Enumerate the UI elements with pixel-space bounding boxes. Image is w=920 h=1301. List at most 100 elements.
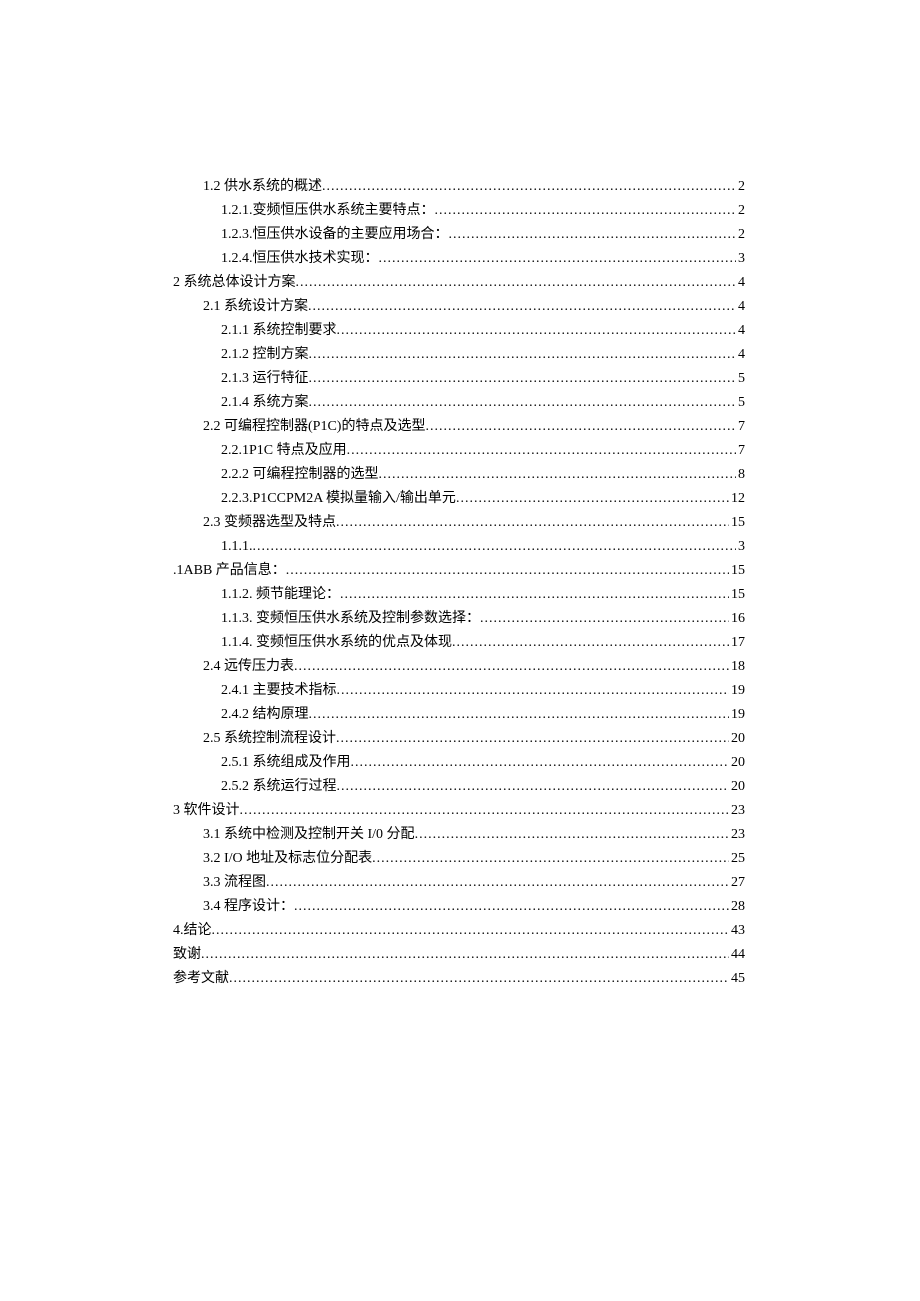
toc-leader-dots xyxy=(286,559,729,583)
toc-entry: 2.2.1P1C 特点及应用 7 xyxy=(173,439,745,463)
toc-label: 1.2.3.恒压供水设备的主要应用场合： xyxy=(221,223,449,247)
toc-entry: 2.2.2 可编程控制器的选型8 xyxy=(173,463,745,487)
toc-entry: 1.1.2. 频节能理论： 15 xyxy=(173,583,745,607)
toc-entry: 2.1 系统设计方案 4 xyxy=(173,295,745,319)
toc-leader-dots xyxy=(480,607,729,631)
toc-entry: 1.2 供水系统的概述 2 xyxy=(173,175,745,199)
toc-label: 1.1.4. 变频恒压供水系统的优点及体现 xyxy=(221,631,452,655)
toc-leader-dots xyxy=(309,343,737,367)
toc-leader-dots xyxy=(347,439,736,463)
toc-leader-dots xyxy=(337,775,730,799)
toc-leader-dots xyxy=(336,511,729,535)
toc-page-number: 2 xyxy=(736,223,745,247)
toc-entry: 3.2 I/O 地址及标志位分配表25 xyxy=(173,847,745,871)
toc-label: 2.4.1 主要技术指标 xyxy=(221,679,337,703)
toc-page-number: 5 xyxy=(736,391,745,415)
toc-leader-dots xyxy=(294,895,729,919)
toc-label: 4.结论 xyxy=(173,919,212,943)
toc-page-number: 2 xyxy=(736,199,745,223)
toc-entry: 致谢 44 xyxy=(173,943,745,967)
toc-entry: 2.4 远传压力表 18 xyxy=(173,655,745,679)
toc-leader-dots xyxy=(379,247,737,271)
toc-label: 3.3 流程图 xyxy=(203,871,266,895)
toc-label: 3.1 系统中检测及控制开关 I/0 分配 xyxy=(203,823,415,847)
toc-page-number: 16 xyxy=(729,607,745,631)
toc-label: 1.1.3. 变频恒压供水系统及控制参数选择： xyxy=(221,607,480,631)
toc-entry: 3.1 系统中检测及控制开关 I/0 分配 23 xyxy=(173,823,745,847)
toc-page-number: 45 xyxy=(729,967,745,991)
toc-page-number: 20 xyxy=(729,751,745,775)
toc-leader-dots xyxy=(212,919,730,943)
toc-page-number: 28 xyxy=(729,895,745,919)
toc-entry: .1ABB 产品信息： 15 xyxy=(173,559,745,583)
toc-page-number: 27 xyxy=(729,871,745,895)
toc-label: 2.2.2 可编程控制器的选型 xyxy=(221,463,379,487)
toc-page-number: 44 xyxy=(729,943,745,967)
toc-page-number: 7 xyxy=(736,439,745,463)
toc-leader-dots xyxy=(351,751,730,775)
toc-leader-dots xyxy=(266,871,729,895)
toc-label: 2.5.2 系统运行过程 xyxy=(221,775,337,799)
toc-label: 2.2 可编程控制器(P1C)的特点及选型 xyxy=(203,415,425,439)
toc-entry: 参考文献 45 xyxy=(173,967,745,991)
toc-page-number: 18 xyxy=(729,655,745,679)
toc-label: 2.2.1P1C 特点及应用 xyxy=(221,439,347,463)
toc-entry: 4.结论 43 xyxy=(173,919,745,943)
toc-entry: 2.1.4 系统方案5 xyxy=(173,391,745,415)
toc-label: 参考文献 xyxy=(173,967,229,991)
toc-label: 2.3 变频器选型及特点 xyxy=(203,511,336,535)
toc-label: 3.4 程序设计： xyxy=(203,895,294,919)
toc-leader-dots xyxy=(308,295,736,319)
toc-leader-dots xyxy=(296,271,737,295)
toc-leader-dots xyxy=(372,847,729,871)
toc-entry: 2.1.3 运行特征 5 xyxy=(173,367,745,391)
toc-entry: 1.1.1. 3 xyxy=(173,535,745,559)
toc-label: 1.2.4.恒压供水技术实现： xyxy=(221,247,379,271)
toc-page-number: 17 xyxy=(729,631,745,655)
toc-entry: 2.5.1 系统组成及作用20 xyxy=(173,751,745,775)
toc-entry: 2.5 系统控制流程设计 20 xyxy=(173,727,745,751)
toc-label: 1.2.1.变频恒压供水系统主要特点： xyxy=(221,199,435,223)
toc-leader-dots xyxy=(229,967,729,991)
toc-entry: 3.3 流程图 27 xyxy=(173,871,745,895)
toc-leader-dots xyxy=(201,943,729,967)
toc-page-number: 19 xyxy=(729,703,745,727)
toc-entry: 1.2.3.恒压供水设备的主要应用场合： 2 xyxy=(173,223,745,247)
toc-label: 3.2 I/O 地址及标志位分配表 xyxy=(203,847,372,871)
toc-page-number: 23 xyxy=(729,823,745,847)
toc-page-number: 43 xyxy=(729,919,745,943)
toc-label: 2.4 远传压力表 xyxy=(203,655,294,679)
toc-leader-dots xyxy=(240,799,730,823)
table-of-contents: 1.2 供水系统的概述 21.2.1.变频恒压供水系统主要特点： 21.2.3.… xyxy=(173,175,745,991)
toc-page-number: 4 xyxy=(736,271,745,295)
toc-page-number: 15 xyxy=(729,559,745,583)
toc-page-number: 7 xyxy=(736,415,745,439)
toc-page-number: 2 xyxy=(736,175,745,199)
toc-leader-dots xyxy=(340,583,729,607)
toc-entry: 2 系统总体设计方案4 xyxy=(173,271,745,295)
toc-page-number: 5 xyxy=(736,367,745,391)
toc-entry: 3 软件设计 23 xyxy=(173,799,745,823)
toc-label: 2.1.3 运行特征 xyxy=(221,367,309,391)
toc-entry: 2.4.2 结构原理 19 xyxy=(173,703,745,727)
toc-leader-dots xyxy=(425,415,736,439)
toc-leader-dots xyxy=(309,367,737,391)
toc-leader-dots xyxy=(449,223,737,247)
toc-page-number: 19 xyxy=(729,679,745,703)
toc-leader-dots xyxy=(322,175,736,199)
toc-entry: 2.3 变频器选型及特点 15 xyxy=(173,511,745,535)
toc-page-number: 15 xyxy=(729,511,745,535)
toc-label: 2.4.2 结构原理 xyxy=(221,703,309,727)
toc-leader-dots xyxy=(435,199,737,223)
toc-label: 2.2.3.P1CCPM2A 模拟量输入/输出单元 xyxy=(221,487,456,511)
toc-label: 1.1.1. xyxy=(221,535,253,559)
toc-page-number: 3 xyxy=(736,535,745,559)
toc-leader-dots xyxy=(415,823,729,847)
toc-entry: 1.1.4. 变频恒压供水系统的优点及体现 17 xyxy=(173,631,745,655)
toc-page-number: 20 xyxy=(729,727,745,751)
toc-label: 致谢 xyxy=(173,943,201,967)
toc-leader-dots xyxy=(309,391,737,415)
toc-entry: 2.1.2 控制方案4 xyxy=(173,343,745,367)
toc-page-number: 4 xyxy=(736,295,745,319)
toc-label: 2.1 系统设计方案 xyxy=(203,295,308,319)
